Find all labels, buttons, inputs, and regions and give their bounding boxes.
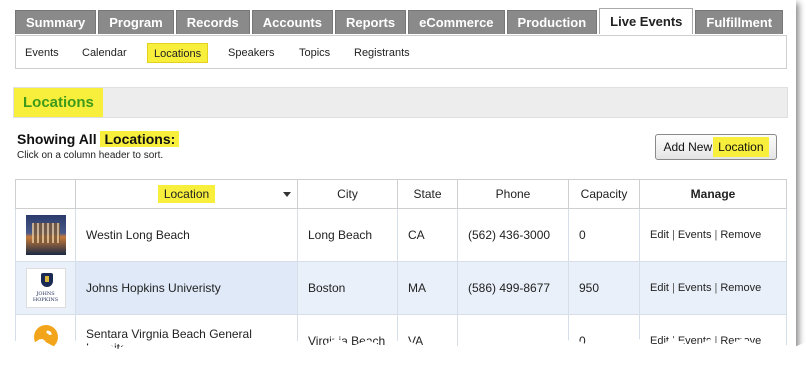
sort-hint: Click on a column header to sort. [17,150,164,161]
edit-link[interactable]: Edit [650,282,669,294]
torn-paper-edge [0,338,806,367]
main-tabs: Summary Program Records Accounts Reports… [15,8,785,35]
johns-hopkins-logo: JOHNS HOPKINS [25,268,66,308]
crest-icon [40,273,53,287]
table-row: Westin Long Beach Long Beach CA (562) 43… [15,208,787,262]
tab-program[interactable]: Program [98,10,174,34]
tab-live-events[interactable]: Live Events [599,8,694,34]
remove-link[interactable]: Remove [720,229,761,241]
tab-reports[interactable]: Reports [334,10,407,34]
events-link[interactable]: Events [678,229,712,241]
tab-accounts[interactable]: Accounts [251,10,333,34]
add-button-prefix: Add New [663,140,713,154]
header-location[interactable]: Location [75,179,298,209]
location-phone: (586) 499-8677 [457,261,569,315]
app-window: Summary Program Records Accounts Reports… [0,0,796,358]
location-city: Boston [297,261,398,315]
subnav-item-locations[interactable]: Locations [147,43,209,63]
header-state[interactable]: State [397,179,458,209]
table-row: JOHNS HOPKINS Johns Hopkins Univeristy B… [15,261,787,315]
page-title: Locations [14,88,103,117]
tab-fulfillment[interactable]: Fulfillment [695,10,784,34]
location-city: Long Beach [297,208,398,262]
header-manage: Manage [639,179,787,209]
header-thumbnail [15,179,76,209]
subnav-item-events[interactable]: Events [25,43,59,63]
manage-actions: Edit|Events|Remove [639,261,787,315]
separator: | [714,282,718,294]
hotel-photo-thumbnail [25,215,66,255]
tab-production[interactable]: Production [506,10,598,34]
table-header-row: Location City State Phone Capacity Manag… [15,179,787,209]
add-new-location-button[interactable]: Add New Location [655,134,777,160]
showing-highlight: Locations: [100,131,180,147]
thumbnail-cell [15,208,76,262]
events-link[interactable]: Events [678,282,712,294]
showing-prefix: Showing All [17,131,97,147]
location-capacity: 0 [568,208,640,262]
header-capacity[interactable]: Capacity [568,179,640,209]
separator: | [671,282,675,294]
location-state: CA [397,208,458,262]
location-name: Johns Hopkins Univeristy [75,261,298,315]
sort-descending-icon [283,192,291,197]
location-state: MA [397,261,458,315]
location-capacity: 950 [568,261,640,315]
location-name: Westin Long Beach [75,208,298,262]
subnav-item-speakers[interactable]: Speakers [228,43,274,63]
header-phone[interactable]: Phone [457,179,569,209]
separator: | [671,229,675,241]
tab-records[interactable]: Records [175,10,250,34]
sub-navigation: Events Calendar Locations Speakers Topic… [15,35,787,69]
add-button-highlight: Location [713,137,769,157]
page-heading-bar: Locations [13,87,788,118]
edit-link[interactable]: Edit [650,229,669,241]
header-city[interactable]: City [297,179,398,209]
subnav-item-calendar[interactable]: Calendar [82,43,127,63]
tab-ecommerce[interactable]: eCommerce [408,10,505,34]
logo-text: JOHNS HOPKINS [32,291,59,303]
remove-link[interactable]: Remove [720,282,761,294]
header-location-label: Location [157,185,216,203]
thumbnail-cell: JOHNS HOPKINS [15,261,76,315]
manage-actions: Edit|Events|Remove [639,208,787,262]
location-phone: (562) 436-3000 [457,208,569,262]
subnav-item-registrants[interactable]: Registrants [354,43,410,63]
showing-label: Showing All Locations: [17,131,180,147]
separator: | [714,229,718,241]
tab-summary[interactable]: Summary [15,10,97,34]
subnav-item-topics[interactable]: Topics [299,43,330,63]
